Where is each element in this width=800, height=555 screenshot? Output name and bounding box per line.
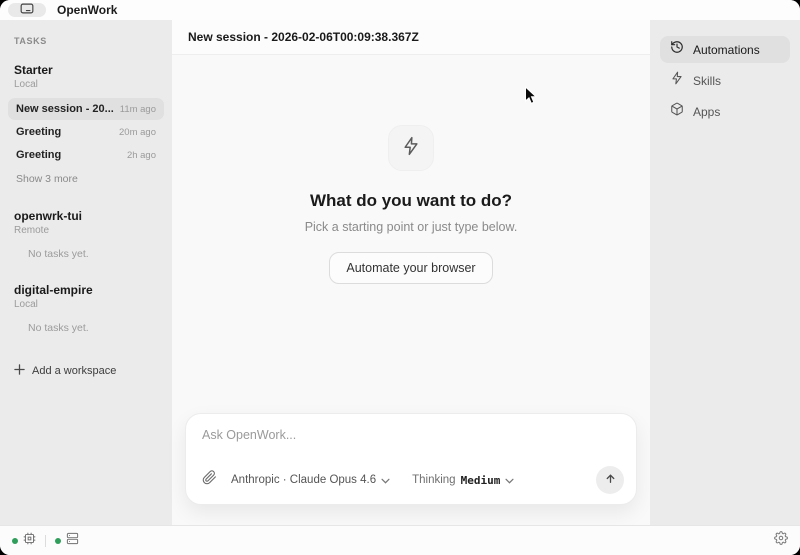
workspace-openwrk-tui: openwrk-tui Remote No tasks yet. [14, 209, 160, 260]
settings-button[interactable] [774, 531, 788, 550]
status-dot-green [55, 538, 61, 544]
lightning-icon [401, 136, 421, 161]
titlebar: OpenWork [0, 0, 800, 20]
nav-label: Skills [693, 74, 721, 88]
workspace-name[interactable]: openwrk-tui [14, 209, 160, 223]
arrow-up-icon [604, 472, 617, 488]
session-header: New session - 2026-02-06T00:09:38.367Z [172, 20, 650, 55]
history-icon [670, 40, 684, 59]
workspace-type: Remote [14, 225, 160, 236]
paperclip-icon[interactable] [202, 470, 217, 490]
no-tasks-label: No tasks yet. [14, 322, 160, 334]
status-dot-green [12, 538, 18, 544]
tasks-sidebar: TASKS Starter Local New session - 20... … [0, 20, 172, 525]
send-button[interactable] [596, 466, 624, 494]
app-window: OpenWork TASKS Starter Local New session… [0, 0, 800, 555]
task-title: Greeting [16, 126, 61, 138]
automate-browser-button[interactable]: Automate your browser [329, 252, 492, 284]
thinking-value: Medium [461, 474, 501, 487]
task-time: 11m ago [120, 104, 156, 115]
workspace-digital-empire: digital-empire Local No tasks yet. [14, 283, 160, 334]
task-time: 2h ago [127, 150, 156, 161]
no-tasks-label: No tasks yet. [14, 248, 160, 260]
composer-toolbar: Anthropic · Claude Opus 4.6 Thinking Med… [202, 466, 624, 494]
main-content: New session - 2026-02-06T00:09:38.367Z W… [172, 20, 650, 525]
gear-icon [774, 531, 788, 550]
add-workspace-label: Add a workspace [32, 365, 116, 377]
mouse-cursor [524, 86, 538, 111]
nav-label: Automations [693, 43, 760, 57]
task-row-new-session[interactable]: New session - 20... 11m ago [8, 98, 164, 120]
bolt-badge [388, 125, 434, 171]
task-row-greeting-1[interactable]: Greeting 20m ago [8, 121, 164, 143]
task-title: New session - 20... [16, 103, 114, 115]
nav-label: Apps [693, 105, 720, 119]
tasks-header: TASKS [14, 36, 160, 46]
cube-icon [670, 102, 684, 121]
workspace-name[interactable]: digital-empire [14, 283, 160, 297]
thinking-label: Thinking [412, 474, 455, 486]
task-title: Greeting [16, 149, 61, 161]
plus-icon [14, 362, 25, 380]
ask-input[interactable] [202, 428, 624, 460]
empty-state-heading: What do you want to do? [310, 191, 512, 211]
runtime-status[interactable] [12, 532, 36, 550]
add-workspace-button[interactable]: Add a workspace [14, 362, 160, 380]
workspace-type: Local [14, 299, 160, 310]
show-more-link[interactable]: Show 3 more [14, 173, 160, 185]
workspace-starter: Starter Local New session - 20... 11m ag… [14, 63, 160, 185]
status-divider [45, 535, 46, 547]
status-indicators [12, 532, 79, 550]
server-icon [66, 532, 79, 550]
nav-item-skills[interactable]: Skills [660, 67, 790, 94]
bolt-icon [670, 71, 684, 90]
model-selector[interactable]: Anthropic · Claude Opus 4.6 [231, 471, 390, 489]
app-title: OpenWork [57, 3, 117, 17]
thinking-selector[interactable]: Thinking Medium [412, 471, 514, 489]
window-panel-icon [20, 1, 34, 19]
workspace-type: Local [14, 79, 160, 90]
task-time: 20m ago [119, 127, 156, 138]
session-title: New session - 2026-02-06T00:09:38.367Z [188, 30, 419, 44]
chevron-down-icon [505, 471, 514, 489]
empty-state: What do you want to do? Pick a starting … [172, 125, 650, 284]
task-row-greeting-2[interactable]: Greeting 2h ago [8, 144, 164, 166]
composer-card: Anthropic · Claude Opus 4.6 Thinking Med… [185, 413, 637, 505]
nav-item-automations[interactable]: Automations [660, 36, 790, 63]
task-list: New session - 20... 11m ago Greeting 20m… [8, 98, 164, 166]
server-status[interactable] [55, 532, 79, 550]
sidebar-toggle-button[interactable] [8, 3, 46, 17]
chevron-down-icon [381, 471, 390, 489]
status-bar [0, 525, 800, 555]
cpu-icon [23, 532, 36, 550]
nav-item-apps[interactable]: Apps [660, 98, 790, 125]
empty-state-subtitle: Pick a starting point or just type below… [305, 220, 518, 234]
workspace-name[interactable]: Starter [14, 63, 160, 77]
library-sidebar: Automations Skills Apps [650, 20, 800, 525]
model-label: Anthropic · Claude Opus 4.6 [231, 474, 376, 486]
